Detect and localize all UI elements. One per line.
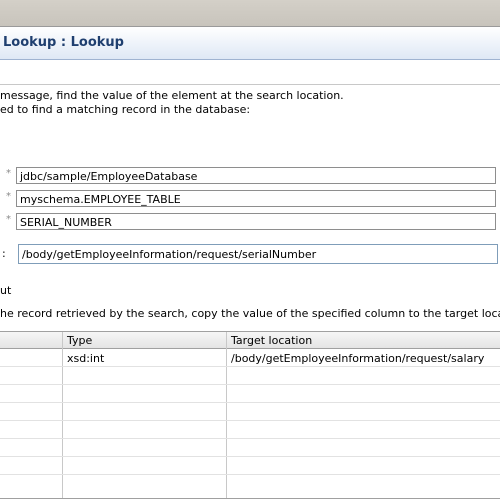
row-target-location-cell: /body/getEmployeeInformation/request/sal… [231, 352, 485, 365]
search-location-label: : [2, 247, 6, 260]
column-header-type[interactable]: Type [67, 334, 92, 347]
window-title-bar [0, 0, 500, 27]
section-divider [0, 84, 500, 85]
required-marker: * [6, 168, 11, 179]
column-field[interactable]: SERIAL_NUMBER [16, 213, 496, 230]
row-divider [0, 402, 500, 403]
row-divider [0, 474, 500, 475]
description-line-1: message, find the value of the element a… [0, 89, 344, 102]
table-field[interactable]: myschema.EMPLOYEE_TABLE [16, 190, 496, 207]
search-location-field[interactable]: /body/getEmployeeInformation/request/ser… [18, 244, 498, 264]
row-divider [0, 366, 500, 367]
required-marker: * [6, 191, 11, 202]
row-type-cell: xsd:int [67, 352, 105, 365]
datasource-field[interactable]: jdbc/sample/EmployeeDatabase [16, 167, 496, 184]
row-divider [0, 438, 500, 439]
row-divider [0, 456, 500, 457]
editor-header: Lookup : Lookup [0, 27, 500, 60]
page-title: Lookup : Lookup [3, 35, 124, 50]
required-marker: * [6, 214, 11, 225]
output-mapping-table[interactable]: Type Target location xsd:int /body/getEm… [0, 331, 500, 499]
row-divider [0, 384, 500, 385]
row-divider [0, 420, 500, 421]
output-section-label: ut [0, 284, 12, 297]
column-header-target-location[interactable]: Target location [231, 334, 312, 347]
table-header: Type Target location [0, 332, 500, 349]
output-description: he record retrieved by the search, copy … [0, 307, 500, 320]
description-line-2: ed to find a matching record in the data… [0, 103, 251, 116]
